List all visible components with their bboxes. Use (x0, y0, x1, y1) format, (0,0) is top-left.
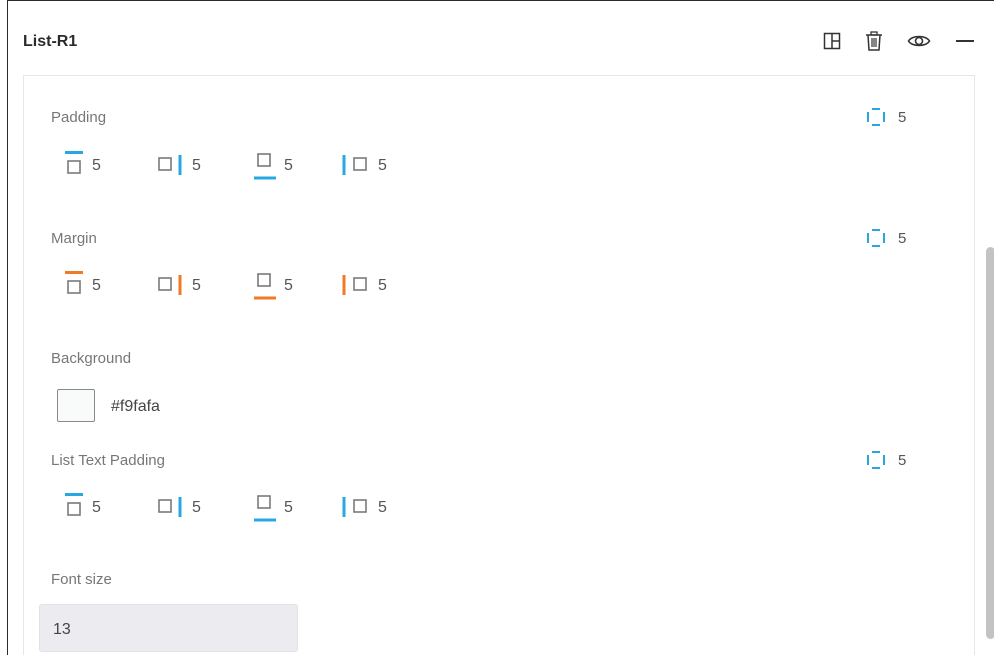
margin-left[interactable]: 5 (342, 271, 387, 301)
margin-right[interactable]: 5 (158, 271, 201, 301)
margin-bottom-icon (254, 273, 276, 300)
list-text-padding-top-icon (65, 493, 83, 516)
list-text-padding-bottom-icon (254, 495, 276, 522)
margin-label: Margin (51, 230, 97, 247)
list-text-padding-bottom[interactable]: 5 (254, 493, 293, 523)
list-text-padding-right-value: 5 (192, 499, 201, 516)
list-text-padding-right[interactable]: 5 (158, 493, 201, 523)
minimize-icon[interactable] (953, 29, 977, 53)
list-text-padding-all-icon (867, 451, 885, 469)
settings-content: Padding 5 5 5 5 5 Margin 5 5 5 5 5 Backg… (23, 75, 975, 655)
margin-all-value: 5 (898, 229, 907, 247)
list-text-padding-left[interactable]: 5 (342, 493, 387, 523)
padding-right-value: 5 (192, 157, 201, 174)
margin-bottom-value: 5 (284, 277, 293, 294)
panel-title: List-R1 (23, 33, 78, 50)
list-text-padding-label: List Text Padding (51, 452, 165, 469)
padding-top[interactable]: 5 (64, 151, 101, 181)
padding-all-value: 5 (898, 108, 907, 126)
list-text-padding-right-icon (158, 497, 182, 517)
list-text-padding-top[interactable]: 5 (64, 493, 101, 523)
margin-right-icon (158, 275, 182, 295)
list-text-padding-left-value: 5 (378, 499, 387, 516)
margin-bottom[interactable]: 5 (254, 271, 293, 301)
list-text-padding-all-value: 5 (898, 451, 907, 469)
margin-left-value: 5 (378, 277, 387, 294)
padding-right-icon (158, 155, 182, 175)
margin-all-icon (867, 229, 885, 247)
padding-left-value: 5 (378, 157, 387, 174)
margin-top-icon (65, 271, 83, 294)
padding-bottom[interactable]: 5 (254, 151, 293, 181)
margin-top-value: 5 (92, 277, 101, 294)
list-text-padding-left-icon (342, 497, 367, 517)
list-text-padding-bottom-value: 5 (284, 499, 293, 516)
background-color-swatch[interactable] (57, 389, 95, 422)
scrollbar-thumb[interactable] (986, 247, 994, 639)
padding-left[interactable]: 5 (342, 151, 387, 181)
padding-bottom-icon (254, 153, 276, 180)
padding-all-icon (867, 108, 885, 126)
list-text-padding-all[interactable]: 5 (866, 451, 906, 469)
margin-left-icon (342, 275, 367, 295)
background-hex-value[interactable]: #f9fafa (111, 398, 160, 416)
properties-panel: List-R1 Padding 5 5 5 5 5 Margin 5 5 5 5… (7, 0, 994, 655)
layout-icon[interactable] (820, 29, 844, 53)
padding-top-value: 5 (92, 157, 101, 174)
padding-right[interactable]: 5 (158, 151, 201, 181)
eye-icon[interactable] (907, 29, 931, 53)
trash-icon[interactable] (862, 29, 886, 53)
padding-bottom-value: 5 (284, 157, 293, 174)
font-size-label: Font size (51, 571, 112, 588)
padding-top-icon (65, 151, 83, 174)
margin-top[interactable]: 5 (64, 271, 101, 301)
font-size-input[interactable]: 13 (39, 604, 298, 652)
list-text-padding-top-value: 5 (92, 499, 101, 516)
margin-right-value: 5 (192, 277, 201, 294)
padding-all[interactable]: 5 (866, 108, 906, 126)
panel-header: List-R1 (8, 1, 994, 73)
padding-left-icon (342, 155, 367, 175)
background-label: Background (51, 350, 132, 367)
margin-all[interactable]: 5 (866, 229, 906, 247)
padding-label: Padding (51, 109, 107, 126)
